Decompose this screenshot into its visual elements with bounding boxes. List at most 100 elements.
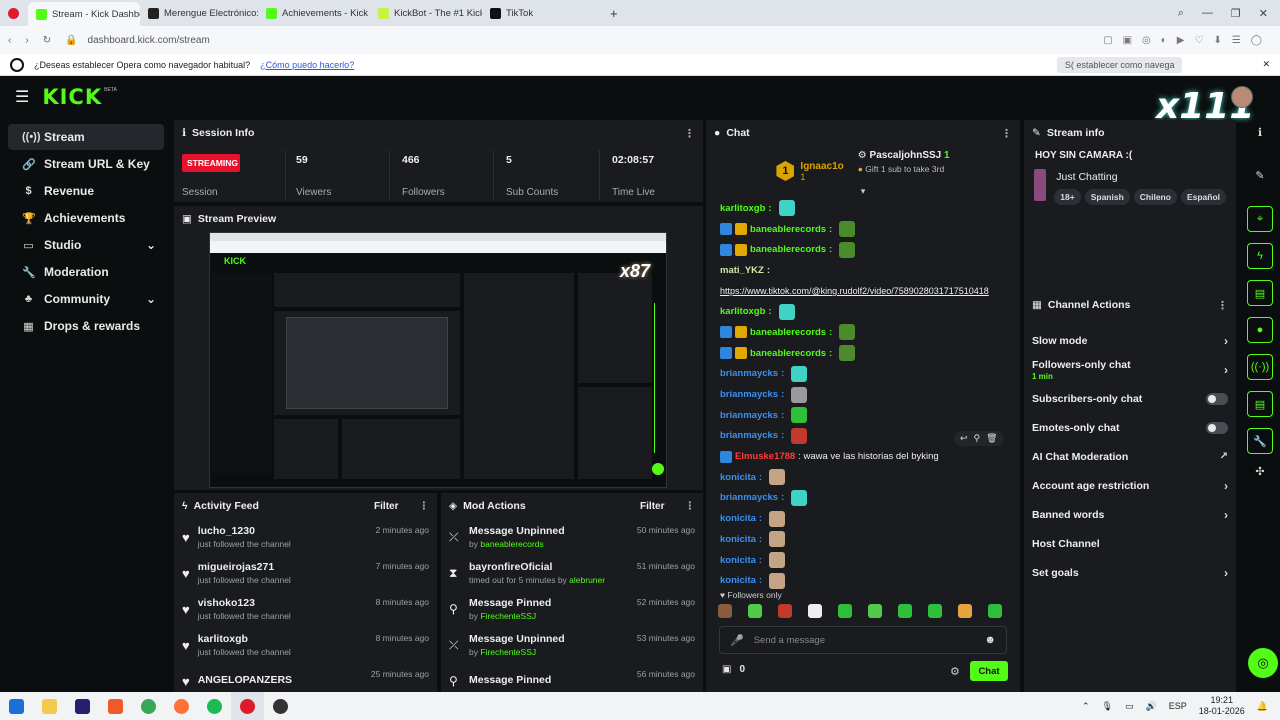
bolt-icon[interactable]: ϟ bbox=[1247, 243, 1273, 269]
info-icon[interactable]: ℹ bbox=[1240, 120, 1280, 146]
mod-action-item[interactable]: ⤫ Message Unpinned by baneablerecords 50 mi… bbox=[441, 519, 703, 555]
clip-icon[interactable]: ⌖ bbox=[1247, 206, 1273, 232]
chat-message[interactable]: karlitoxgb: bbox=[706, 198, 1020, 219]
channel-action-item[interactable]: Subscribers-only chat bbox=[1024, 384, 1236, 413]
chat-username[interactable]: baneablerecords bbox=[750, 244, 826, 255]
chat-message[interactable]: baneablerecords: bbox=[706, 343, 1020, 364]
sidebar-item-stream[interactable]: ((•)) Stream bbox=[8, 124, 164, 150]
expand-pinned-icon[interactable]: ▾ bbox=[706, 186, 1020, 197]
url-field[interactable]: dashboard.kick.com/stream bbox=[88, 35, 210, 46]
emote-icon[interactable] bbox=[868, 604, 882, 618]
chat-link[interactable]: https://www.tiktok.com/@king.rudolf2/vid… bbox=[720, 286, 989, 296]
document-icon[interactable]: ▤ bbox=[1247, 280, 1273, 306]
chat-message[interactable]: brianmaycks: bbox=[706, 405, 1020, 426]
chat-message[interactable]: brianmaycks: bbox=[706, 488, 1020, 509]
chat-username[interactable]: konicita bbox=[720, 534, 756, 545]
toggle-switch[interactable] bbox=[1206, 421, 1228, 434]
pin-icon[interactable]: ⚲ bbox=[974, 433, 981, 444]
moderator-name[interactable]: alebruner bbox=[569, 575, 605, 585]
chat-username[interactable]: konicita bbox=[720, 513, 756, 524]
filter-button[interactable]: Filter bbox=[640, 501, 664, 512]
chat-username[interactable]: brianmaycks bbox=[720, 492, 778, 503]
stream-preview-video[interactable]: KICK x87 bbox=[209, 232, 667, 488]
opera-gx-icon[interactable] bbox=[231, 692, 264, 720]
chat-message[interactable]: konicita: bbox=[706, 570, 1020, 591]
wrench-icon[interactable]: 🔧 bbox=[1247, 428, 1273, 454]
minimize-icon[interactable]: — bbox=[1202, 7, 1213, 20]
network-icon[interactable]: ▭ bbox=[1125, 701, 1134, 712]
chat-message[interactable]: konicita: bbox=[706, 467, 1020, 488]
mod-action-item[interactable]: ⤫ Message Unpinned by FirechenteSSJ 53 minu… bbox=[441, 627, 703, 663]
chat-message[interactable]: baneablerecords: bbox=[706, 219, 1020, 240]
activity-item[interactable]: ♥ vishoko123 just followed the channel 8 mi… bbox=[174, 591, 437, 627]
chat-username[interactable]: karlitoxgb bbox=[720, 203, 765, 214]
emote-icon[interactable] bbox=[928, 604, 942, 618]
hamburger-menu-icon[interactable]: ☰ bbox=[15, 87, 29, 107]
chrome-icon[interactable] bbox=[132, 692, 165, 720]
emote-icon[interactable] bbox=[958, 604, 972, 618]
chat-username[interactable]: baneablerecords bbox=[750, 327, 826, 338]
chat-icon[interactable]: ● bbox=[1247, 317, 1273, 343]
chat-message[interactable]: brianmaycks: bbox=[706, 384, 1020, 405]
language-indicator[interactable]: ESP bbox=[1169, 701, 1187, 711]
chat-message[interactable]: https://www.tiktok.com/@king.rudolf2/vid… bbox=[706, 281, 1020, 302]
channel-action-item[interactable]: Slow mode › bbox=[1024, 326, 1236, 355]
file-explorer-icon[interactable] bbox=[33, 692, 66, 720]
emote-icon[interactable] bbox=[778, 604, 792, 618]
chat-message[interactable]: brianmaycks: bbox=[706, 364, 1020, 385]
windows-start-icon[interactable] bbox=[0, 692, 33, 720]
chat-username[interactable]: karlitoxgb bbox=[720, 306, 765, 317]
moderator-name[interactable]: FirechenteSSJ bbox=[480, 611, 536, 621]
sidebar-item-community[interactable]: ♣ Community ⌄ bbox=[8, 286, 164, 312]
more-options-icon[interactable]: ⋮ bbox=[684, 127, 695, 140]
clock[interactable]: 19:21 18-01-2026 bbox=[1199, 695, 1245, 717]
sidebar-item-stream-url-key[interactable]: 🔗 Stream URL & Key bbox=[8, 151, 164, 177]
close-infobar-icon[interactable]: ✕ bbox=[1262, 59, 1270, 70]
emote-icon[interactable] bbox=[898, 604, 912, 618]
tab-merengue[interactable]: Merengue Electrónico: Fie bbox=[140, 2, 258, 24]
chat-username[interactable]: brianmaycks bbox=[720, 430, 778, 441]
volume-icon[interactable]: 🔊 bbox=[1146, 701, 1157, 712]
more-options-icon[interactable]: ⋮ bbox=[1217, 299, 1228, 312]
delete-icon[interactable]: 🗑 bbox=[986, 433, 997, 444]
toggle-switch[interactable] bbox=[1206, 392, 1228, 405]
microphone-icon[interactable]: 🎙 bbox=[1102, 701, 1113, 712]
channel-action-item[interactable]: Host Channel bbox=[1024, 529, 1236, 558]
emote-icon[interactable] bbox=[808, 604, 822, 618]
channel-action-item[interactable]: Emotes-only chat bbox=[1024, 413, 1236, 442]
layout-icon[interactable]: ▤ bbox=[1247, 391, 1273, 417]
top-gifter-2[interactable]: ⚙ PascaljohnSSJ 1 ● Gift 1 sub to take 3… bbox=[858, 150, 950, 192]
channel-action-item[interactable]: Set goals › bbox=[1024, 558, 1236, 587]
maximize-icon[interactable]: ❐ bbox=[1231, 7, 1241, 20]
tab-achievements[interactable]: Achievements - Kick Dash bbox=[258, 2, 370, 24]
obs-icon[interactable] bbox=[264, 692, 297, 720]
reload-icon[interactable]: ↻ bbox=[43, 35, 51, 46]
chat-username[interactable]: mati_YKZ bbox=[720, 265, 764, 276]
chat-username[interactable]: baneablerecords bbox=[750, 348, 826, 359]
chat-message[interactable]: mati_YKZ: bbox=[706, 260, 1020, 281]
more-options-icon[interactable]: ⋮ bbox=[419, 500, 430, 512]
search-tabs-icon[interactable]: ⌕ bbox=[1178, 7, 1184, 20]
sidebar-item-revenue[interactable]: $ Revenue bbox=[8, 178, 164, 204]
chat-username[interactable]: Elmuske1788 bbox=[735, 451, 795, 462]
more-options-icon[interactable]: ⋮ bbox=[685, 500, 696, 512]
sidebar-item-achievements[interactable]: 🏆 Achievements bbox=[8, 205, 164, 231]
chat-username[interactable]: baneablerecords bbox=[750, 224, 826, 235]
emote-icon[interactable] bbox=[838, 604, 852, 618]
chat-message[interactable]: konicita: bbox=[706, 529, 1020, 550]
channel-action-item[interactable]: AI Chat Moderation ↗ bbox=[1024, 442, 1236, 471]
kick-logo[interactable]: KICK bbox=[42, 85, 102, 109]
forward-icon[interactable]: › bbox=[25, 35, 28, 46]
chat-username[interactable]: konicita bbox=[720, 575, 756, 586]
sidebar-item-drops-rewards[interactable]: ▦ Drops & rewards bbox=[8, 313, 164, 339]
chat-message[interactable]: konicita: bbox=[706, 550, 1020, 571]
back-icon[interactable]: ‹ bbox=[8, 35, 11, 46]
channel-action-item[interactable]: Banned words › bbox=[1024, 500, 1236, 529]
close-window-icon[interactable]: ✕ bbox=[1259, 7, 1268, 20]
category-name[interactable]: Just Chatting bbox=[1056, 171, 1226, 183]
emoji-icon[interactable]: ☻ bbox=[984, 634, 996, 646]
how-to-link[interactable]: ¿Cómo puedo hacerlo? bbox=[260, 60, 354, 70]
emote-icon[interactable] bbox=[988, 604, 1002, 618]
set-default-button[interactable]: S( establecer como navega bbox=[1056, 56, 1183, 73]
microphone-icon[interactable]: 🎤 bbox=[730, 634, 744, 647]
